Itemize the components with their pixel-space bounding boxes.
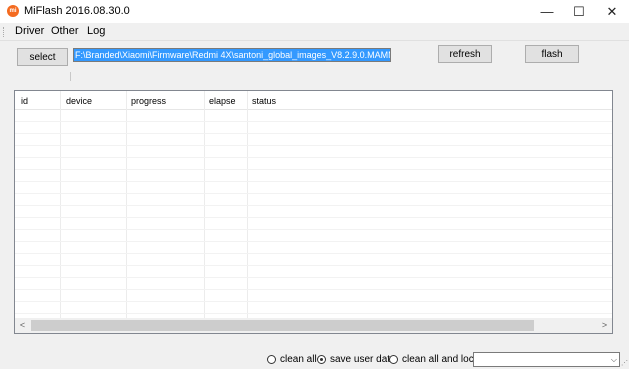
column-header-elapse[interactable]: elapse xyxy=(209,96,236,106)
empty-row-line xyxy=(15,313,612,314)
empty-row-line xyxy=(15,145,612,146)
window-title: MiFlash 2016.08.30.0 xyxy=(24,5,130,17)
menu-item-log[interactable]: Log xyxy=(87,25,105,37)
flash-button[interactable]: flash xyxy=(525,45,579,63)
clean-all-label: clean all xyxy=(280,354,317,365)
device-list-header: id device progress elapse status xyxy=(15,91,612,110)
empty-row-line xyxy=(15,121,612,122)
select-button[interactable]: select xyxy=(17,48,68,66)
column-header-device[interactable]: device xyxy=(66,96,92,106)
horizontal-scrollbar[interactable]: < > xyxy=(15,318,612,333)
save-user-data-label: save user data xyxy=(330,354,396,365)
empty-row-line xyxy=(15,181,612,182)
empty-row-line xyxy=(15,277,612,278)
minimize-button[interactable]: — xyxy=(532,0,562,23)
clean-all-and-lock-radio[interactable] xyxy=(389,355,398,364)
menu-item-driver[interactable]: Driver xyxy=(15,25,44,37)
miflash-logo-icon: mi xyxy=(7,5,19,17)
title-bar: mi MiFlash 2016.08.30.0 — ☐ ✕ xyxy=(0,0,629,23)
empty-row-line xyxy=(15,241,612,242)
device-select-dropdown[interactable]: ⌵ xyxy=(473,352,620,367)
clean-all-radio[interactable] xyxy=(267,355,276,364)
scroll-right-icon[interactable]: > xyxy=(597,318,612,333)
empty-row-line xyxy=(15,217,612,218)
close-button[interactable]: ✕ xyxy=(597,0,627,23)
empty-row-line xyxy=(15,289,612,290)
menu-grip-icon xyxy=(3,27,6,37)
progress-indicator xyxy=(70,72,71,81)
empty-row-line xyxy=(15,193,612,194)
scroll-left-icon[interactable]: < xyxy=(15,318,30,333)
refresh-button[interactable]: refresh xyxy=(438,45,492,63)
device-list[interactable]: id device progress elapse status < > xyxy=(14,90,613,334)
column-header-status[interactable]: status xyxy=(252,96,276,106)
empty-row-line xyxy=(15,253,612,254)
firmware-path-value: F:\Branded\Xiaomi\Firmware\Redmi 4X\sant… xyxy=(74,49,390,61)
empty-row-line xyxy=(15,301,612,302)
empty-row-line xyxy=(15,169,612,170)
menu-item-other[interactable]: Other xyxy=(51,25,79,37)
save-user-data-radio[interactable] xyxy=(317,355,326,364)
chevron-down-icon[interactable]: ⌵ xyxy=(611,353,617,366)
empty-row-line xyxy=(15,265,612,266)
empty-row-line xyxy=(15,205,612,206)
column-header-id[interactable]: id xyxy=(21,96,28,106)
maximize-button[interactable]: ☐ xyxy=(564,0,594,23)
empty-row-line xyxy=(15,157,612,158)
column-header-progress[interactable]: progress xyxy=(131,96,166,106)
empty-row-line xyxy=(15,133,612,134)
firmware-path-field[interactable]: F:\Branded\Xiaomi\Firmware\Redmi 4X\sant… xyxy=(73,48,391,62)
clean-all-and-lock-label: clean all and lock xyxy=(402,354,479,365)
scrollbar-thumb[interactable] xyxy=(31,320,534,331)
resize-grip-icon[interactable]: ⋰ xyxy=(621,360,628,367)
menu-bar: Driver Other Log xyxy=(0,23,629,41)
empty-row-line xyxy=(15,229,612,230)
